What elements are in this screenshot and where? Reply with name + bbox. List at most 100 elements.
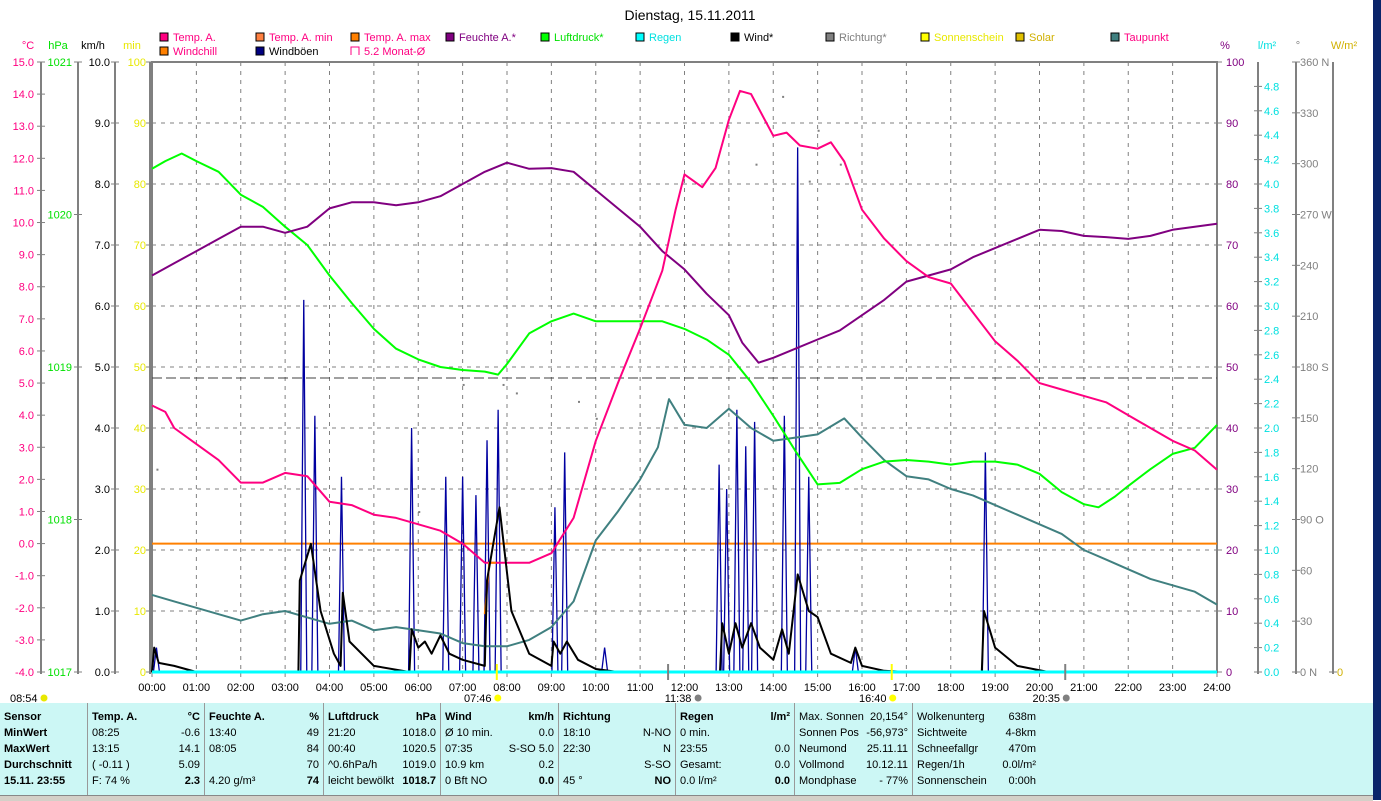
cell-value: 470m [1008, 743, 1036, 755]
deg-axis-tick-label: 120 [1300, 464, 1318, 476]
cell-label: 21:20 [328, 727, 356, 739]
hpa-axis-tick-label: 1021 [48, 57, 72, 69]
chart-title: Dienstag, 15.11.2011 [624, 7, 755, 23]
column-unit: hPa [415, 711, 436, 723]
panel-row: ^0.6hPa/h 1019.0 [328, 757, 436, 773]
temp-axis-tick-label: 5.0 [19, 378, 34, 390]
legend-label: Luftdruck* [554, 32, 604, 44]
lm2-axis-tick-label: 3.0 [1264, 301, 1279, 313]
panel-row: Feuchte A.% [209, 709, 319, 725]
cell-label: 10.9 km [445, 759, 485, 771]
cell-label: 08:05 [209, 743, 237, 755]
axis-unit: W/m² [1331, 40, 1358, 52]
temp-axis-tick-label: 15.0 [13, 57, 34, 69]
direction-dot [515, 392, 518, 395]
min-axis-tick-label: 0 [140, 667, 146, 679]
min-axis-tick-label: 90 [134, 118, 146, 130]
panel-row: MinWert [4, 725, 83, 741]
panel-row: 18:10 N-NO [563, 725, 671, 741]
row-label: 15.11. 23:55 [4, 775, 66, 787]
panel-row: 15.11. 23:55 [4, 773, 83, 789]
lm2-axis-tick-label: 2.6 [1264, 350, 1279, 362]
cell-label: Vollmond [799, 759, 845, 771]
weather-chart: Dienstag, 15.11.2011 Temp. A. Temp. A. mi… [10, 7, 1358, 703]
panel-row: leicht bewölkt 1018.7 [328, 773, 436, 789]
panel-row: Ø 10 min. 0.0 [445, 725, 554, 741]
hpa-axis-tick-label: 1019 [48, 362, 72, 374]
kmh-axis-tick-label: 9.0 [95, 118, 110, 130]
temp-axis-tick-label: 3.0 [19, 442, 34, 454]
deg-axis-tick-label: 360 N [1300, 57, 1329, 69]
cell-label: Regen/1h [917, 759, 965, 771]
pct-axis-tick-label: 0 [1226, 667, 1232, 679]
series-wind [151, 506, 1049, 673]
solar-axis-tick-label: 0 [1337, 667, 1343, 679]
panel-row: Sonnen Pos -56,973° [799, 725, 908, 741]
kmh-axis-tick-label: 6.0 [95, 301, 110, 313]
temp-axis-tick-label: 6.0 [19, 346, 34, 358]
pct-axis-tick-label: 70 [1226, 240, 1238, 252]
event-label: 20:35 [1032, 693, 1060, 703]
status-bar [0, 795, 1373, 801]
panel-row: 0 min. [680, 725, 790, 741]
legend-label: Feuchte A.* [459, 32, 517, 44]
time-axis-label: 02:00 [227, 682, 255, 694]
pct-axis-tick-label: 80 [1226, 179, 1238, 191]
time-axis-label: 21:00 [1070, 682, 1098, 694]
panel-row: 07:35 S-SO 5.0 [445, 741, 554, 757]
gust-spike [600, 647, 609, 673]
time-axis-label: 09:00 [538, 682, 566, 694]
time-axis-label: 22:00 [1114, 682, 1142, 694]
panel-row: 00:40 1020.5 [328, 741, 436, 757]
kmh-axis-tick-label: 7.0 [95, 240, 110, 252]
cell-value: 70 [306, 759, 319, 771]
panel-row: Temp. A. °C [92, 709, 200, 725]
window-edge [1373, 0, 1381, 800]
panel-row: Wolkenunterg 638m [917, 709, 1036, 725]
panel-column-sensor: Sensor MinWert MaxWert Durchschnitt 15.11. 2… [0, 703, 88, 795]
panel-row: Sensor [4, 709, 83, 725]
cell-value: 1020.5 [402, 743, 436, 755]
time-axis-label: 05:00 [360, 682, 388, 694]
panel-row: Schneefallgr 470m [917, 741, 1036, 757]
kmh-axis-tick-label: 10.0 [89, 57, 110, 69]
panel-row: F: 74 % 2.3 [92, 773, 200, 789]
lm2-axis-tick-label: 3.4 [1264, 252, 1279, 264]
axis-unit: l/m² [1258, 40, 1277, 52]
panel-row: 0 Bft NO 0.0 [445, 773, 554, 789]
legend-label: 5.2 Monat-Ø [364, 46, 426, 58]
panel-row: Wind km/h [445, 709, 554, 725]
lm2-axis-tick-label: 4.0 [1264, 179, 1279, 191]
cell-label: 18:10 [563, 727, 591, 739]
temp-axis-tick-label: 1.0 [19, 506, 34, 518]
cell-value: 0:00h [1008, 775, 1036, 787]
lm2-axis-tick-label: 4.8 [1264, 81, 1279, 93]
legend-swatch [255, 32, 265, 42]
min-axis-tick-label: 30 [134, 484, 146, 496]
column-header: Temp. A. [92, 711, 138, 723]
pct-axis-tick-label: 60 [1226, 301, 1238, 313]
panel-column-temp: Temp. A. °C 08:25 -0.6 13:15 14.1 ( -0.11 ) 5.0… [88, 703, 205, 795]
lm2-axis-tick-label: 0.2 [1264, 643, 1279, 655]
time-axis-label: 17:00 [893, 682, 921, 694]
cell-label: Ø 10 min. [445, 727, 493, 739]
cell-value: 0.2 [538, 759, 554, 771]
lm2-axis-tick-label: 1.2 [1264, 521, 1279, 533]
kmh-axis-tick-label: 5.0 [95, 362, 110, 374]
row-label: MaxWert [4, 743, 50, 755]
cell-value: 20,154° [869, 711, 908, 723]
lm2-axis-tick-label: 2.8 [1264, 325, 1279, 337]
panel-row: MaxWert [4, 741, 83, 757]
temp-axis-tick-label: 4.0 [19, 410, 34, 422]
gust-spike [494, 409, 502, 673]
temp-axis-tick-label: 7.0 [19, 314, 34, 326]
event-moonrise-icon [40, 694, 48, 702]
deg-axis-tick-label: 150 [1300, 413, 1318, 425]
panel-column-regen: Regen l/m² 0 min. 23:55 0.0 Gesamt: 0.0 0.0 l/m… [676, 703, 795, 795]
cell-value: 49 [306, 727, 319, 739]
panel-row: 23:55 0.0 [680, 741, 790, 757]
cell-value: 0.0 [774, 743, 790, 755]
legend-swatch [350, 32, 360, 42]
panel-row: Neumond 25.11.11 [799, 741, 908, 757]
pct-axis-tick-label: 90 [1226, 118, 1238, 130]
